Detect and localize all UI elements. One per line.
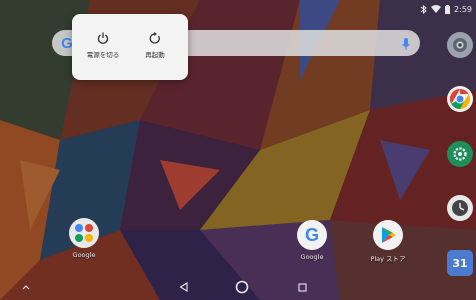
calendar-day: 31	[452, 256, 468, 270]
settings-icon[interactable]	[447, 141, 473, 167]
clock-icon[interactable]	[447, 195, 473, 221]
recents-icon[interactable]	[294, 279, 310, 295]
camera-icon[interactable]	[447, 32, 473, 58]
google-app-label: Google	[300, 253, 324, 261]
mic-icon[interactable]	[402, 36, 410, 55]
restart-option[interactable]: 再起動	[128, 32, 182, 59]
google-folder-label: Google	[72, 251, 96, 259]
home-icon[interactable]	[234, 279, 250, 295]
status-time: 2:59	[454, 4, 472, 14]
restart-label: 再起動	[145, 51, 165, 59]
bluetooth-icon	[420, 4, 427, 14]
back-icon[interactable]	[175, 279, 191, 295]
play-store-app[interactable]: Play ストア	[358, 220, 418, 263]
google-app-icon: G	[297, 220, 327, 250]
wifi-icon	[431, 5, 442, 13]
play-store-label: Play ストア	[370, 255, 406, 263]
app-drawer-chevron-icon[interactable]	[18, 279, 34, 295]
power-off-label: 電源を切る	[86, 51, 120, 59]
power-menu: 電源を切る 再起動	[72, 14, 188, 80]
status-bar: 2:59	[420, 3, 472, 15]
power-off-option[interactable]: 電源を切る	[76, 32, 130, 59]
power-icon	[76, 32, 130, 44]
google-folder[interactable]: Google	[54, 218, 114, 259]
google-app[interactable]: G Google	[282, 220, 342, 261]
google-folder-icon	[69, 218, 99, 248]
navigation-bar	[0, 272, 476, 300]
restart-icon	[128, 32, 182, 44]
play-store-icon	[373, 220, 403, 250]
battery-icon	[445, 4, 451, 14]
chrome-icon[interactable]	[447, 86, 473, 112]
